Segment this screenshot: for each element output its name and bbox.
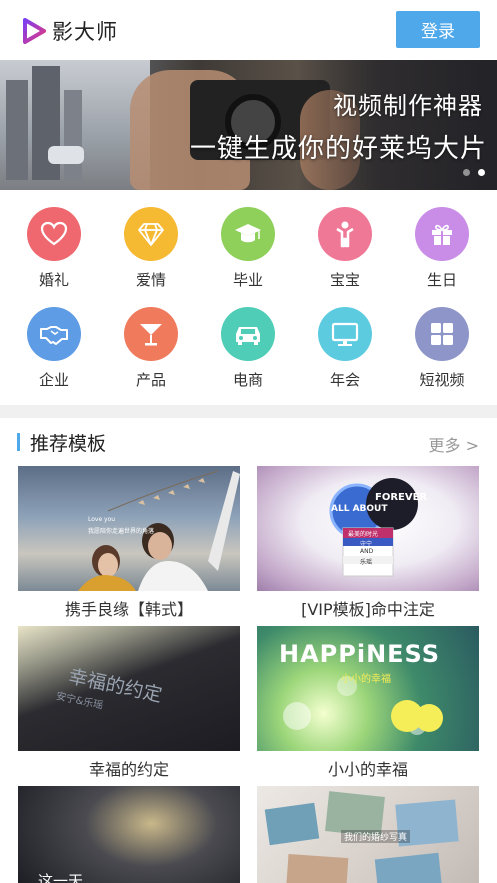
category-label: 短视频 xyxy=(419,371,465,389)
template-card[interactable]: 我们的婚纱写真 xyxy=(257,786,479,883)
category-icon-circle xyxy=(27,307,81,361)
banner-building xyxy=(64,90,82,180)
template-thumbnail: HAPPiNESS 小小的幸福 xyxy=(257,626,479,751)
category-enterprise[interactable]: 企业 xyxy=(19,307,89,390)
car-icon xyxy=(236,327,260,345)
thumbnail-overlay-text: 最美的时光 xyxy=(348,531,379,538)
category-label: 生日 xyxy=(426,271,457,289)
thumbnail-overlay-text: 小小的幸福 xyxy=(341,674,391,685)
login-button[interactable]: 登录 xyxy=(396,11,480,48)
app-root: 影大师 登录 视频制作神器 一键生成你的好莱坞大片 婚礼 爱情 毕业 宝宝 生日… xyxy=(0,0,497,883)
category-icon-circle xyxy=(124,207,178,261)
category-ecommerce[interactable]: 电商 xyxy=(213,307,283,390)
template-name: 幸福的约定 xyxy=(88,760,169,779)
template-card[interactable]: Love you 我愿陪你走遍世界的角落 携手良缘【韩式】 xyxy=(18,466,240,620)
category-icon-circle xyxy=(124,307,178,361)
template-name: 小小的幸福 xyxy=(327,760,408,779)
handshake-icon xyxy=(40,326,68,345)
thumbnail-overlay-text: FOREVER xyxy=(375,492,428,503)
app-logo[interactable]: 影大师 xyxy=(22,16,118,46)
category-icon-circle xyxy=(27,207,81,261)
monitor-icon xyxy=(331,322,359,346)
category-icon-circle xyxy=(415,307,469,361)
banner-title: 视频制作神器 xyxy=(333,92,483,120)
play-logo-icon xyxy=(23,18,46,44)
banner-car xyxy=(48,146,84,164)
thumbnail-overlay-text: 守宁 xyxy=(360,541,373,548)
carousel-dot[interactable] xyxy=(463,169,470,176)
diamond-icon xyxy=(138,223,164,246)
template-thumbnail: Love you 我愿陪你走遍世界的角落 xyxy=(18,466,240,591)
gift-icon xyxy=(432,224,452,245)
grid-icon xyxy=(431,323,453,345)
template-name: 携手良缘【韩式】 xyxy=(64,600,193,619)
category-icon-circle xyxy=(221,307,275,361)
thumbnail-overlay-text: 我愿陪你走遍世界的角落 xyxy=(88,528,155,535)
banner-subtitle: 一键生成你的好莱坞大片 xyxy=(189,134,487,164)
more-link[interactable]: 更多 > xyxy=(429,432,480,456)
thumbnail-overlay-text: HAPPiNESS xyxy=(279,640,441,668)
category-short-video[interactable]: 短视频 xyxy=(407,307,477,390)
category-label: 爱情 xyxy=(135,271,166,289)
category-icon-circle xyxy=(415,207,469,261)
template-thumbnail: 我们的婚纱写真 xyxy=(257,786,479,883)
thumbnail-overlay-text: 我们的婚纱写真 xyxy=(341,830,411,843)
template-card[interactable]: 幸福的约定 安宁&乐瑶 幸福的约定 xyxy=(18,626,240,780)
template-card[interactable]: 这一天 xyxy=(18,786,240,883)
app-name: 影大师 xyxy=(52,20,118,44)
banner-carousel[interactable]: 视频制作神器 一键生成你的好莱坞大片 xyxy=(0,60,497,190)
category-label: 产品 xyxy=(135,371,166,389)
thumbnail-overlay-text: 乐瑶 xyxy=(360,559,373,566)
category-icon-circle xyxy=(318,207,372,261)
category-wedding[interactable]: 婚礼 xyxy=(19,207,89,290)
carousel-dot-active[interactable] xyxy=(478,169,485,176)
category-annual-party[interactable]: 年会 xyxy=(310,307,380,390)
baby-icon xyxy=(336,221,354,248)
category-baby[interactable]: 宝宝 xyxy=(310,207,380,290)
category-icon-circle xyxy=(318,307,372,361)
template-name: [VIP模板]命中注定 xyxy=(301,600,435,619)
category-label: 毕业 xyxy=(232,271,263,289)
section-divider xyxy=(0,405,497,418)
thumbnail-overlay-text: AND xyxy=(360,548,374,555)
template-thumbnail: ALL ABOUT FOREVER 最美的时光 守宁 AND 乐瑶 xyxy=(257,466,479,591)
category-product[interactable]: 产品 xyxy=(116,307,186,390)
thumbnail-overlay-text: ALL ABOUT xyxy=(331,504,388,514)
banner-building xyxy=(6,80,28,180)
cocktail-glass-icon xyxy=(140,324,162,346)
category-icon-circle xyxy=(221,207,275,261)
category-graduation[interactable]: 毕业 xyxy=(213,207,283,290)
template-thumbnail: 幸福的约定 安宁&乐瑶 xyxy=(18,626,240,751)
category-love[interactable]: 爱情 xyxy=(116,207,186,290)
category-label: 婚礼 xyxy=(38,271,69,289)
thumbnail-overlay-text: Love you xyxy=(88,516,116,523)
top-bar: 影大师 登录 xyxy=(0,0,497,60)
template-card[interactable]: ALL ABOUT FOREVER 最美的时光 守宁 AND 乐瑶 [VIP模板… xyxy=(257,466,479,620)
category-label: 企业 xyxy=(38,371,69,389)
category-label: 电商 xyxy=(232,371,263,389)
category-birthday[interactable]: 生日 xyxy=(407,207,477,290)
template-card[interactable]: HAPPiNESS 小小的幸福 小小的幸福 xyxy=(257,626,479,780)
category-grid: 婚礼 爱情 毕业 宝宝 生日 企业 产品 电商 年会 短视频 xyxy=(0,190,497,396)
category-label: 宝宝 xyxy=(329,271,360,289)
template-thumbnail: 这一天 xyxy=(18,786,240,883)
category-label: 年会 xyxy=(329,371,360,389)
carousel-indicator xyxy=(463,169,485,176)
section-title: 推荐模板 xyxy=(30,433,107,455)
section-accent-bar xyxy=(17,433,20,451)
heart-icon xyxy=(40,221,68,246)
graduation-cap-icon xyxy=(235,224,261,243)
thumbnail-overlay-text: 这一天 xyxy=(38,872,84,883)
